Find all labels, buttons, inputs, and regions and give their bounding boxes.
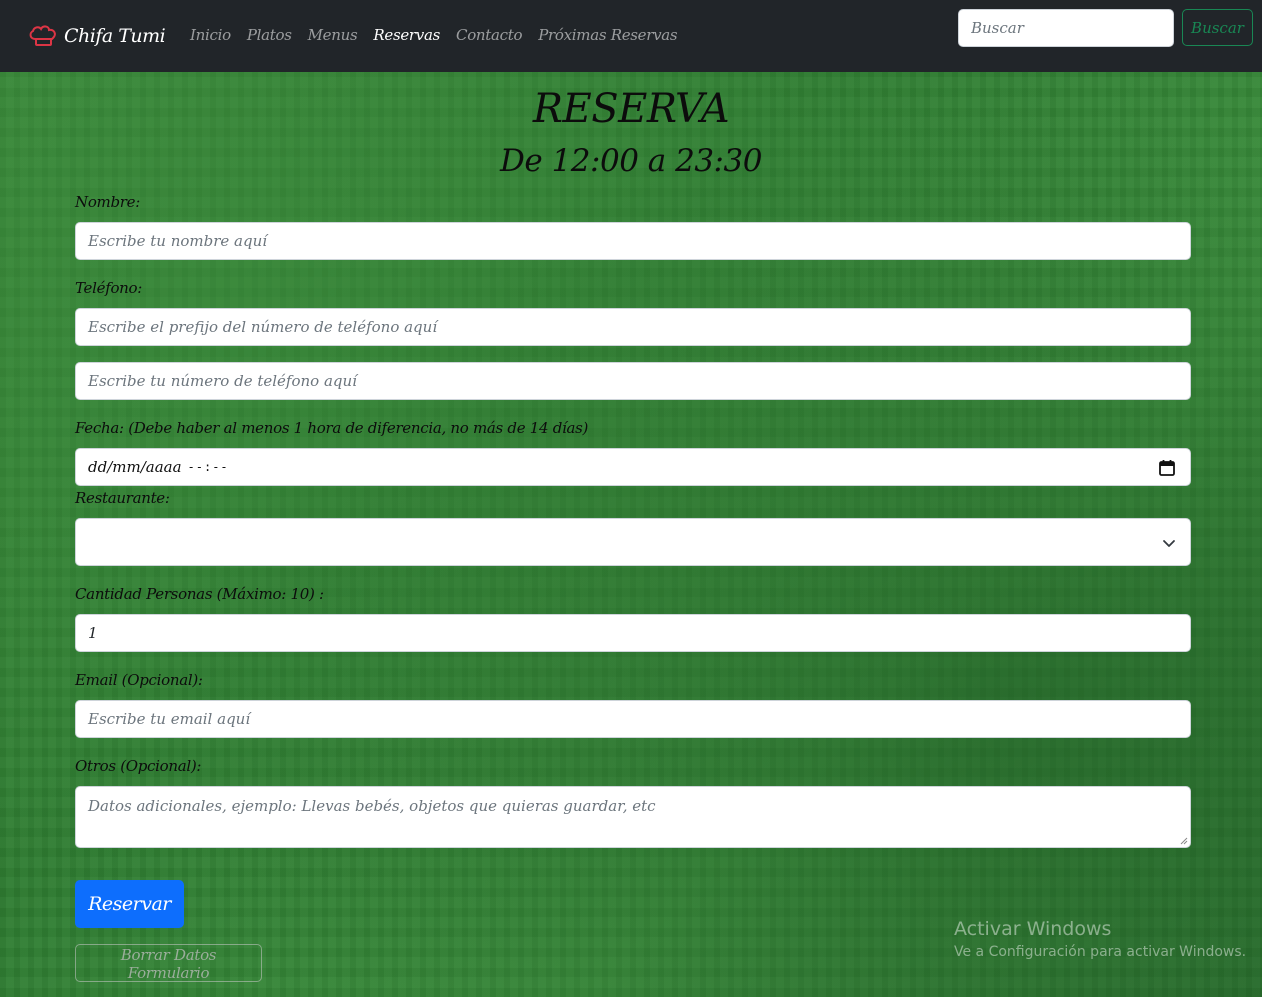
email-placeholder: Escribe tu email aquí <box>88 710 251 728</box>
otros-label: Otros (Opcional): <box>75 757 202 775</box>
nav-links: Inicio Platos Menus Reservas Contacto Pr… <box>190 26 693 44</box>
search-button[interactable]: Buscar <box>1182 9 1253 46</box>
nombre-input[interactable]: Escribe tu nombre aquí <box>75 222 1191 260</box>
email-label: Email (Opcional): <box>75 671 203 689</box>
reservar-button[interactable]: Reservar <box>75 880 184 928</box>
fecha-input[interactable]: dd/mm/aaaa --:-- <box>75 448 1191 486</box>
watermark-subtitle: Ve a Configuración para activar Windows. <box>954 944 1247 960</box>
otros-textarea[interactable]: Datos adicionales, ejemplo: Llevas bebés… <box>75 786 1191 848</box>
watermark-title: Activar Windows <box>954 918 1112 940</box>
page-title: RESERVA <box>532 86 730 132</box>
search-input[interactable] <box>958 9 1174 47</box>
restaurante-label: Restaurante: <box>75 489 170 507</box>
nav-link-contacto[interactable]: Contacto <box>456 26 523 44</box>
email-input[interactable]: Escribe tu email aquí <box>75 700 1191 738</box>
fecha-date-placeholder: dd/mm/aaaa <box>88 458 182 476</box>
chevron-down-icon <box>1163 540 1175 547</box>
top-navbar: Chifa Tumi Inicio Platos Menus Reservas … <box>0 0 1262 72</box>
nav-link-menus[interactable]: Menus <box>308 26 358 44</box>
prefijo-placeholder: Escribe el prefijo del número de teléfon… <box>88 318 438 336</box>
fecha-label: Fecha: (Debe haber al menos 1 hora de di… <box>75 419 589 437</box>
nav-link-inicio[interactable]: Inicio <box>190 26 231 44</box>
opening-hours: De 12:00 a 23:30 <box>500 143 762 179</box>
nav-link-platos[interactable]: Platos <box>247 26 292 44</box>
calendar-icon[interactable] <box>1158 459 1176 477</box>
windows-activation-watermark: Activar Windows Ve a Configuración para … <box>954 918 1246 960</box>
brand-link[interactable]: Chifa Tumi <box>28 22 166 50</box>
nombre-label: Nombre: <box>75 193 140 211</box>
telefono-input[interactable]: Escribe tu número de teléfono aquí <box>75 362 1191 400</box>
cantidad-value: 1 <box>88 624 98 642</box>
nav-link-proximas-reservas[interactable]: Próximas Reservas <box>538 26 677 44</box>
nav-link-reservas[interactable]: Reservas <box>373 26 440 44</box>
resize-handle-icon[interactable] <box>1180 837 1188 845</box>
borrar-formulario-button[interactable]: Borrar Datos Formulario <box>75 944 262 982</box>
restaurante-select[interactable] <box>75 518 1191 566</box>
nombre-placeholder: Escribe tu nombre aquí <box>88 232 268 250</box>
telefono-label: Teléfono: <box>75 279 143 297</box>
telefono-placeholder: Escribe tu número de teléfono aquí <box>88 372 357 390</box>
cantidad-label: Cantidad Personas (Máximo: 10) : <box>75 585 324 603</box>
fecha-time-placeholder: --:-- <box>187 460 229 474</box>
cantidad-input[interactable]: 1 <box>75 614 1191 652</box>
prefijo-input[interactable]: Escribe el prefijo del número de teléfon… <box>75 308 1191 346</box>
brand-name: Chifa Tumi <box>64 25 166 47</box>
otros-placeholder: Datos adicionales, ejemplo: Llevas bebés… <box>88 797 656 815</box>
chef-hat-icon <box>29 25 56 46</box>
